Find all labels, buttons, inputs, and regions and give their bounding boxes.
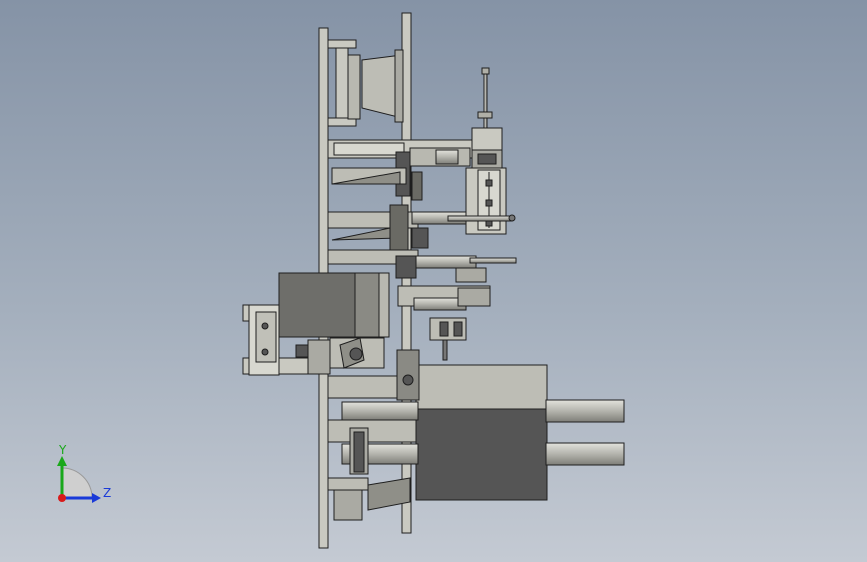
top-bracket: [327, 39, 404, 127]
left-housing-block: [278, 272, 390, 338]
mid-right-cylinder: [397, 285, 491, 361]
triad-y-arrowhead: [57, 456, 67, 466]
top-vertical-rod: [477, 67, 493, 135]
triad-quadrant: [61, 467, 93, 499]
lower-right-housing: [396, 349, 548, 501]
cad-viewport[interactable]: Y Z: [0, 0, 867, 562]
orientation-triad: Y Z: [57, 443, 111, 503]
machine-assembly[interactable]: [242, 12, 625, 549]
triad-y-label: Y: [58, 443, 67, 457]
triad-z-arrowhead: [92, 493, 101, 503]
triad-z-label: Z: [103, 486, 111, 500]
triad-x-origin: [58, 494, 66, 502]
